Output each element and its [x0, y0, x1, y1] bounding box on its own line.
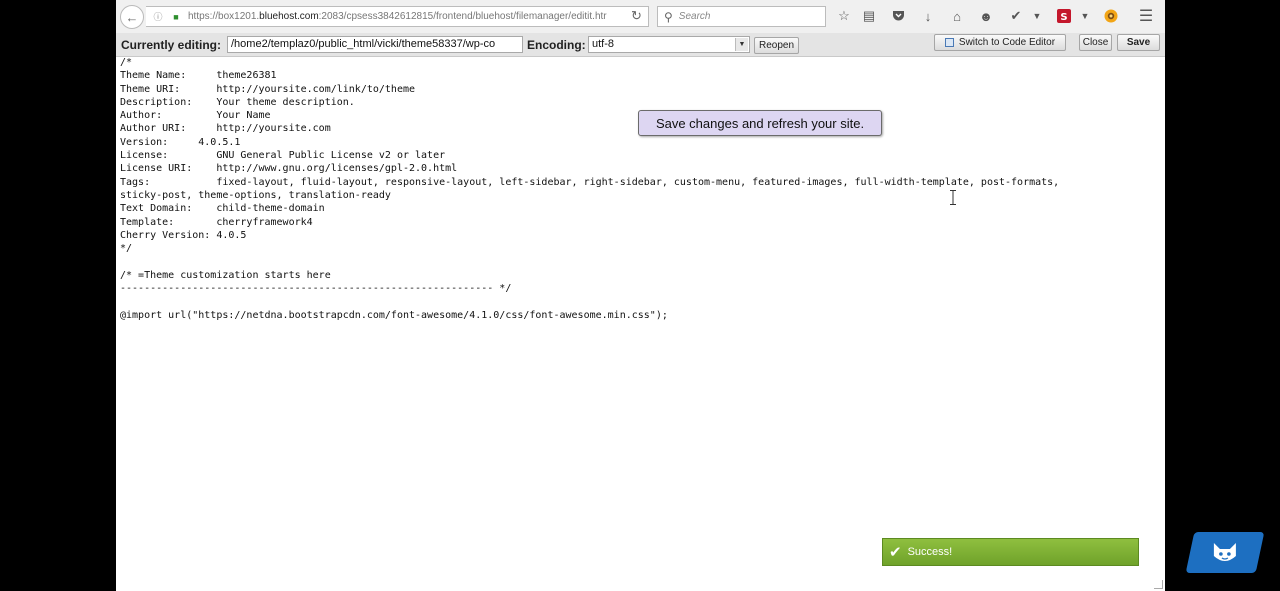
encoding-select[interactable]: utf-8 ▼	[588, 36, 750, 53]
hamburger-menu-icon[interactable]: ☰	[1137, 7, 1155, 25]
text-cursor-icon	[950, 190, 956, 205]
color-picker-extension-icon[interactable]	[1102, 7, 1120, 25]
arrow-left-icon: ←	[125, 9, 139, 25]
editor-header: Currently editing: /home2/templaz0/publi…	[116, 33, 1165, 57]
success-text: Success!	[907, 546, 953, 558]
search-icon: ⚲	[664, 9, 673, 24]
url-bar[interactable]: ⓘ ■ https://box1201.bluehost.com:2083/cp…	[146, 6, 649, 27]
reopen-button[interactable]: Reopen	[754, 37, 799, 54]
extension-icon[interactable]: ✔	[1007, 7, 1025, 25]
cat-face-icon	[1214, 542, 1236, 561]
chevron-down-icon[interactable]: ▼	[1076, 7, 1094, 25]
search-placeholder: Search	[678, 11, 711, 22]
save-tooltip: Save changes and refresh your site.	[638, 110, 882, 136]
close-button[interactable]: Close	[1079, 34, 1112, 51]
pocket-icon[interactable]	[889, 7, 907, 25]
search-input[interactable]: ⚲ Search	[657, 6, 826, 27]
home-icon[interactable]: ⌂	[948, 7, 966, 25]
info-icon[interactable]: ⓘ	[152, 11, 164, 23]
chevron-down-icon[interactable]: ▼	[1028, 7, 1046, 25]
reading-list-icon[interactable]: ▤	[860, 7, 878, 25]
code-editor-icon	[944, 38, 954, 47]
bookmark-star-icon[interactable]: ☆	[835, 7, 853, 25]
template-monster-chat-button[interactable]	[1185, 532, 1265, 573]
back-button[interactable]: ←	[120, 5, 144, 29]
code-editor-textarea[interactable]: /* Theme Name: theme26381 Theme URI: htt…	[120, 56, 1160, 322]
stylish-extension-icon[interactable]: S	[1055, 7, 1073, 25]
check-icon: ✔	[889, 544, 902, 561]
file-path-field[interactable]: /home2/templaz0/public_html/vicki/theme5…	[227, 36, 523, 53]
switch-to-code-editor-button[interactable]: Switch to Code Editor	[934, 34, 1066, 51]
save-button[interactable]: Save	[1117, 34, 1160, 51]
switch-to-code-editor-label: Switch to Code Editor	[958, 37, 1056, 48]
browser-window: ← ⓘ ■ https://box1201.bluehost.com:2083/…	[116, 0, 1165, 591]
encoding-label: Encoding:	[527, 38, 586, 52]
encoding-value: utf-8	[592, 38, 615, 50]
resize-grip[interactable]	[1154, 580, 1163, 589]
chat-icon[interactable]: ☻	[977, 7, 995, 25]
download-icon[interactable]: ↓	[919, 7, 937, 25]
lock-icon: ■	[173, 11, 179, 22]
dropdown-arrow-icon[interactable]: ▼	[735, 38, 748, 51]
currently-editing-label: Currently editing:	[121, 38, 222, 52]
svg-text:S: S	[1060, 12, 1067, 23]
url-text: https://box1201.bluehost.com:2083/cpsess…	[188, 11, 607, 22]
reload-icon[interactable]: ↻	[631, 8, 642, 24]
success-notification: ✔ Success!	[882, 538, 1139, 566]
browser-toolbar: ← ⓘ ■ https://box1201.bluehost.com:2083/…	[116, 0, 1165, 34]
